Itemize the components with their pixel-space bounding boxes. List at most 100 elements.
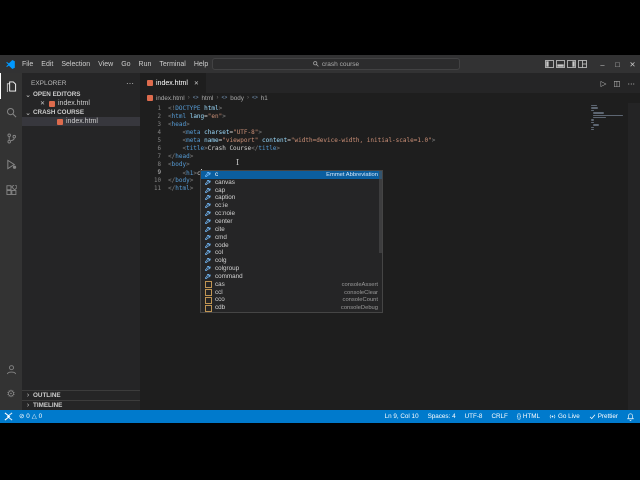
status-crlf[interactable]: CRLF bbox=[491, 413, 507, 420]
minimap-line bbox=[592, 112, 604, 114]
breadcrumb[interactable]: index.html › <> html › <> body › <> h1 bbox=[140, 93, 640, 103]
suggest-item-cap[interactable]: cap bbox=[201, 187, 382, 195]
close-tab-icon[interactable]: ✕ bbox=[194, 80, 199, 87]
outline-section[interactable]: › OUTLINE bbox=[22, 390, 140, 400]
folder-header[interactable]: ⌄ CRASH COURSE bbox=[22, 108, 140, 117]
warning-icon: △ bbox=[31, 413, 37, 420]
html-file-icon bbox=[147, 80, 153, 86]
breadcrumb-item[interactable]: body bbox=[230, 95, 244, 102]
minimize-icon[interactable]: – bbox=[595, 60, 610, 69]
close-editor-icon[interactable]: ✕ bbox=[39, 100, 46, 107]
suggest-item-cc-ie[interactable]: cc:ie bbox=[201, 202, 382, 210]
menu-run[interactable]: Run bbox=[135, 61, 156, 68]
accounts-icon[interactable] bbox=[0, 356, 22, 382]
line-number: 9 bbox=[157, 170, 162, 176]
open-editors-header[interactable]: ⌄ OPEN EDITORS bbox=[22, 90, 140, 99]
maximize-icon[interactable]: □ bbox=[610, 60, 625, 69]
suggest-item-ccl[interactable]: ccl consoleClear bbox=[201, 289, 382, 297]
problems-indicator[interactable]: ⊘ 0 △ 0 bbox=[19, 413, 42, 420]
settings-gear-icon[interactable]: ⚙ bbox=[0, 382, 22, 408]
menu-file[interactable]: File bbox=[18, 61, 37, 68]
suggest-detail: consoleCount bbox=[342, 297, 378, 304]
suggest-item-cas[interactable]: cas consoleAssert bbox=[201, 281, 382, 289]
suggest-item-caption[interactable]: caption bbox=[201, 194, 382, 203]
status--html[interactable]: {} HTML bbox=[517, 413, 540, 420]
code-line[interactable]: 5 <meta name="viewport" content="width=d… bbox=[140, 137, 640, 145]
suggest-item-colg[interactable]: colg bbox=[201, 257, 382, 265]
close-window-icon[interactable]: ✕ bbox=[625, 60, 640, 69]
source-control-icon[interactable] bbox=[0, 125, 22, 151]
menu-terminal[interactable]: Terminal bbox=[155, 61, 189, 68]
menu-go[interactable]: Go bbox=[117, 61, 134, 68]
suggest-widget[interactable]: c Emmet Abbreviation canvas cap caption cc:ie… bbox=[200, 170, 383, 313]
status-spaces-4[interactable]: Spaces: 4 bbox=[428, 413, 456, 420]
toggle-secondary-sidebar-icon[interactable] bbox=[567, 60, 576, 68]
file-item-index-html[interactable]: index.html bbox=[22, 117, 140, 126]
code-line[interactable]: 7 </head> bbox=[140, 153, 640, 161]
tab-index-html[interactable]: index.html ✕ bbox=[140, 73, 206, 93]
editor-scrollbar[interactable] bbox=[628, 103, 640, 410]
minimap[interactable] bbox=[591, 105, 627, 131]
suggest-item-colgroup[interactable]: colgroup bbox=[201, 265, 382, 273]
menu-edit[interactable]: Edit bbox=[37, 61, 57, 68]
status-go-live[interactable]: Go Live bbox=[549, 413, 580, 420]
title-bar: FileEditSelectionViewGoRunTerminalHelp ←… bbox=[0, 55, 640, 73]
status-bar-right: Ln 9, Col 10 Spaces: 4 UTF-8 CRLF {} HTML Go … bbox=[385, 413, 634, 421]
menu-help[interactable]: Help bbox=[190, 61, 212, 68]
split-editor-icon[interactable]: ◫ bbox=[613, 79, 620, 88]
suggest-item-cc-noie[interactable]: cc:noie bbox=[201, 210, 382, 218]
code-line[interactable]: 4 <meta charset="UTF-8"> bbox=[140, 129, 640, 137]
wrench-icon bbox=[204, 242, 212, 249]
suggest-label: cas bbox=[215, 280, 225, 288]
toggle-panel-icon[interactable] bbox=[556, 60, 565, 68]
suggest-item-cite[interactable]: cite bbox=[201, 226, 382, 234]
breadcrumb-item[interactable]: html bbox=[202, 95, 214, 102]
editor-more-actions-icon[interactable]: ⋯ bbox=[628, 79, 636, 88]
menu-selection[interactable]: Selection bbox=[57, 61, 94, 68]
code-line[interactable]: 3 <head> bbox=[140, 121, 640, 129]
extensions-icon[interactable] bbox=[0, 177, 22, 203]
open-editor-item[interactable]: ✕ index.html bbox=[22, 99, 140, 108]
customize-layout-icon[interactable] bbox=[578, 60, 587, 68]
suggest-label: colg bbox=[215, 257, 227, 265]
wrench-icon bbox=[204, 258, 212, 264]
status-prettier[interactable]: Prettier bbox=[589, 413, 618, 420]
suggest-item-code[interactable]: code bbox=[201, 242, 382, 250]
suggest-item-cdb[interactable]: cdb consoleDebug bbox=[201, 304, 382, 312]
suggest-item-cmd[interactable]: cmd bbox=[201, 234, 382, 242]
search-sidebar-icon[interactable] bbox=[0, 99, 22, 125]
suggest-item-cco[interactable]: cco consoleCount bbox=[201, 296, 382, 305]
suggest-item-command[interactable]: command bbox=[201, 273, 382, 281]
suggest-scrollbar[interactable] bbox=[379, 171, 382, 253]
suggest-item-center[interactable]: center bbox=[201, 218, 382, 226]
status-ln-9-col-10[interactable]: Ln 9, Col 10 bbox=[385, 413, 419, 420]
code-line[interactable]: 6 <title>Crash Course</title> bbox=[140, 145, 640, 153]
run-open-preview-icon[interactable]: ▷ bbox=[601, 79, 607, 88]
menu-view[interactable]: View bbox=[94, 61, 117, 68]
timeline-section[interactable]: › TIMELINE bbox=[22, 400, 140, 410]
command-center-search[interactable]: crash course bbox=[212, 58, 460, 70]
notifications-bell-icon[interactable] bbox=[627, 413, 634, 421]
vscode-logo-icon bbox=[6, 59, 15, 69]
explorer-more-actions-icon[interactable]: ⋯ bbox=[126, 79, 134, 87]
minimap-line bbox=[591, 107, 598, 109]
remote-indicator-icon[interactable] bbox=[4, 412, 13, 421]
code-line[interactable]: 1 <!DOCTYPE html> bbox=[140, 105, 640, 113]
file-item-label: index.html bbox=[66, 118, 98, 125]
code-editor[interactable]: 1 <!DOCTYPE html> 2 <html lang="en"> 3 <head>… bbox=[140, 103, 640, 410]
toggle-sidebar-icon[interactable] bbox=[545, 60, 554, 68]
code-line[interactable]: 2 <html lang="en"> bbox=[140, 113, 640, 121]
status-utf-8[interactable]: UTF-8 bbox=[465, 413, 483, 420]
breadcrumb-item[interactable]: index.html bbox=[156, 95, 185, 102]
explorer-icon[interactable] bbox=[0, 73, 22, 99]
line-number: 11 bbox=[154, 186, 161, 192]
suggest-item-canvas[interactable]: canvas bbox=[201, 179, 382, 187]
suggest-item-c[interactable]: c Emmet Abbreviation bbox=[201, 171, 382, 179]
suggest-item-col[interactable]: col bbox=[201, 249, 382, 257]
screenshot-stage: FileEditSelectionViewGoRunTerminalHelp ←… bbox=[0, 0, 640, 480]
line-number: 2 bbox=[157, 114, 162, 120]
activity-bar: ⚙ bbox=[0, 73, 22, 410]
breadcrumb-item[interactable]: h1 bbox=[261, 95, 268, 102]
run-debug-icon[interactable] bbox=[0, 151, 22, 177]
wrench-icon bbox=[204, 234, 212, 241]
